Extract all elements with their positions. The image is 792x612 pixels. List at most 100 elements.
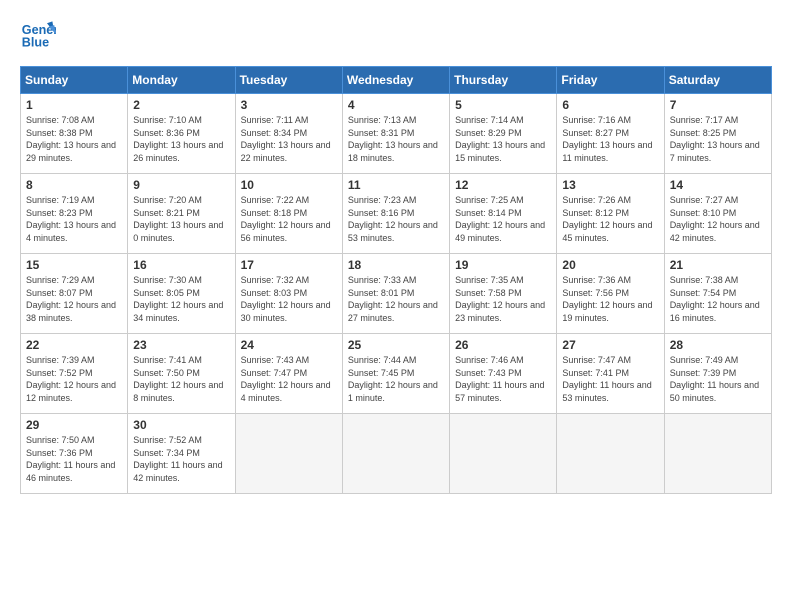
day-number: 10 (241, 178, 337, 192)
calendar-cell (557, 414, 664, 494)
day-number: 12 (455, 178, 551, 192)
day-info: Sunrise: 7:27 AMSunset: 8:10 PMDaylight:… (670, 195, 760, 243)
day-info: Sunrise: 7:10 AMSunset: 8:36 PMDaylight:… (133, 115, 223, 163)
day-info: Sunrise: 7:49 AMSunset: 7:39 PMDaylight:… (670, 355, 759, 403)
day-number: 4 (348, 98, 444, 112)
calendar-week-4: 22 Sunrise: 7:39 AMSunset: 7:52 PMDaylig… (21, 334, 772, 414)
calendar-cell: 19 Sunrise: 7:35 AMSunset: 7:58 PMDaylig… (450, 254, 557, 334)
calendar-week-5: 29 Sunrise: 7:50 AMSunset: 7:36 PMDaylig… (21, 414, 772, 494)
day-number: 26 (455, 338, 551, 352)
calendar-cell: 20 Sunrise: 7:36 AMSunset: 7:56 PMDaylig… (557, 254, 664, 334)
day-info: Sunrise: 7:14 AMSunset: 8:29 PMDaylight:… (455, 115, 545, 163)
calendar-cell: 1 Sunrise: 7:08 AMSunset: 8:38 PMDayligh… (21, 94, 128, 174)
day-info: Sunrise: 7:16 AMSunset: 8:27 PMDaylight:… (562, 115, 652, 163)
calendar-cell (235, 414, 342, 494)
calendar-cell: 10 Sunrise: 7:22 AMSunset: 8:18 PMDaylig… (235, 174, 342, 254)
day-info: Sunrise: 7:35 AMSunset: 7:58 PMDaylight:… (455, 275, 545, 323)
day-info: Sunrise: 7:22 AMSunset: 8:18 PMDaylight:… (241, 195, 331, 243)
calendar-cell: 7 Sunrise: 7:17 AMSunset: 8:25 PMDayligh… (664, 94, 771, 174)
day-number: 3 (241, 98, 337, 112)
logo-icon: General Blue (20, 16, 56, 52)
calendar-cell: 26 Sunrise: 7:46 AMSunset: 7:43 PMDaylig… (450, 334, 557, 414)
day-number: 20 (562, 258, 658, 272)
calendar-cell: 9 Sunrise: 7:20 AMSunset: 8:21 PMDayligh… (128, 174, 235, 254)
weekday-header-row: SundayMondayTuesdayWednesdayThursdayFrid… (21, 67, 772, 94)
day-number: 24 (241, 338, 337, 352)
day-info: Sunrise: 7:19 AMSunset: 8:23 PMDaylight:… (26, 195, 116, 243)
day-number: 27 (562, 338, 658, 352)
day-number: 6 (562, 98, 658, 112)
day-number: 18 (348, 258, 444, 272)
page-container: General Blue SundayMondayTuesdayWednesda… (0, 0, 792, 504)
calendar-cell: 13 Sunrise: 7:26 AMSunset: 8:12 PMDaylig… (557, 174, 664, 254)
calendar-cell (664, 414, 771, 494)
calendar-cell (342, 414, 449, 494)
day-info: Sunrise: 7:41 AMSunset: 7:50 PMDaylight:… (133, 355, 223, 403)
calendar-cell: 18 Sunrise: 7:33 AMSunset: 8:01 PMDaylig… (342, 254, 449, 334)
day-info: Sunrise: 7:36 AMSunset: 7:56 PMDaylight:… (562, 275, 652, 323)
calendar-cell: 29 Sunrise: 7:50 AMSunset: 7:36 PMDaylig… (21, 414, 128, 494)
day-number: 8 (26, 178, 122, 192)
day-number: 23 (133, 338, 229, 352)
calendar-cell: 27 Sunrise: 7:47 AMSunset: 7:41 PMDaylig… (557, 334, 664, 414)
calendar-cell: 28 Sunrise: 7:49 AMSunset: 7:39 PMDaylig… (664, 334, 771, 414)
day-number: 29 (26, 418, 122, 432)
calendar-cell: 15 Sunrise: 7:29 AMSunset: 8:07 PMDaylig… (21, 254, 128, 334)
weekday-header-tuesday: Tuesday (235, 67, 342, 94)
calendar-cell: 12 Sunrise: 7:25 AMSunset: 8:14 PMDaylig… (450, 174, 557, 254)
day-info: Sunrise: 7:13 AMSunset: 8:31 PMDaylight:… (348, 115, 438, 163)
calendar-cell: 11 Sunrise: 7:23 AMSunset: 8:16 PMDaylig… (342, 174, 449, 254)
day-info: Sunrise: 7:39 AMSunset: 7:52 PMDaylight:… (26, 355, 116, 403)
day-info: Sunrise: 7:08 AMSunset: 8:38 PMDaylight:… (26, 115, 116, 163)
day-info: Sunrise: 7:38 AMSunset: 7:54 PMDaylight:… (670, 275, 760, 323)
day-number: 16 (133, 258, 229, 272)
day-number: 21 (670, 258, 766, 272)
day-number: 14 (670, 178, 766, 192)
calendar-cell: 23 Sunrise: 7:41 AMSunset: 7:50 PMDaylig… (128, 334, 235, 414)
day-info: Sunrise: 7:44 AMSunset: 7:45 PMDaylight:… (348, 355, 438, 403)
day-number: 1 (26, 98, 122, 112)
day-number: 13 (562, 178, 658, 192)
calendar-cell: 16 Sunrise: 7:30 AMSunset: 8:05 PMDaylig… (128, 254, 235, 334)
day-number: 25 (348, 338, 444, 352)
svg-text:Blue: Blue (22, 36, 49, 50)
header: General Blue (20, 16, 772, 52)
calendar-cell: 22 Sunrise: 7:39 AMSunset: 7:52 PMDaylig… (21, 334, 128, 414)
day-number: 5 (455, 98, 551, 112)
calendar-cell: 4 Sunrise: 7:13 AMSunset: 8:31 PMDayligh… (342, 94, 449, 174)
calendar-week-1: 1 Sunrise: 7:08 AMSunset: 8:38 PMDayligh… (21, 94, 772, 174)
day-info: Sunrise: 7:20 AMSunset: 8:21 PMDaylight:… (133, 195, 223, 243)
weekday-header-wednesday: Wednesday (342, 67, 449, 94)
day-info: Sunrise: 7:47 AMSunset: 7:41 PMDaylight:… (562, 355, 651, 403)
day-number: 11 (348, 178, 444, 192)
day-info: Sunrise: 7:11 AMSunset: 8:34 PMDaylight:… (241, 115, 331, 163)
calendar-cell: 14 Sunrise: 7:27 AMSunset: 8:10 PMDaylig… (664, 174, 771, 254)
day-number: 22 (26, 338, 122, 352)
day-info: Sunrise: 7:26 AMSunset: 8:12 PMDaylight:… (562, 195, 652, 243)
calendar-cell: 3 Sunrise: 7:11 AMSunset: 8:34 PMDayligh… (235, 94, 342, 174)
weekday-header-thursday: Thursday (450, 67, 557, 94)
weekday-header-friday: Friday (557, 67, 664, 94)
calendar-cell: 24 Sunrise: 7:43 AMSunset: 7:47 PMDaylig… (235, 334, 342, 414)
calendar-cell: 21 Sunrise: 7:38 AMSunset: 7:54 PMDaylig… (664, 254, 771, 334)
calendar-cell: 2 Sunrise: 7:10 AMSunset: 8:36 PMDayligh… (128, 94, 235, 174)
calendar-cell: 30 Sunrise: 7:52 AMSunset: 7:34 PMDaylig… (128, 414, 235, 494)
logo: General Blue (20, 16, 62, 52)
calendar-cell: 8 Sunrise: 7:19 AMSunset: 8:23 PMDayligh… (21, 174, 128, 254)
calendar-cell: 17 Sunrise: 7:32 AMSunset: 8:03 PMDaylig… (235, 254, 342, 334)
day-info: Sunrise: 7:46 AMSunset: 7:43 PMDaylight:… (455, 355, 544, 403)
day-number: 17 (241, 258, 337, 272)
day-info: Sunrise: 7:50 AMSunset: 7:36 PMDaylight:… (26, 435, 115, 483)
day-number: 15 (26, 258, 122, 272)
calendar-cell: 6 Sunrise: 7:16 AMSunset: 8:27 PMDayligh… (557, 94, 664, 174)
weekday-header-sunday: Sunday (21, 67, 128, 94)
day-number: 7 (670, 98, 766, 112)
calendar-body: 1 Sunrise: 7:08 AMSunset: 8:38 PMDayligh… (21, 94, 772, 494)
day-info: Sunrise: 7:33 AMSunset: 8:01 PMDaylight:… (348, 275, 438, 323)
day-info: Sunrise: 7:52 AMSunset: 7:34 PMDaylight:… (133, 435, 222, 483)
day-number: 28 (670, 338, 766, 352)
weekday-header-monday: Monday (128, 67, 235, 94)
calendar-week-2: 8 Sunrise: 7:19 AMSunset: 8:23 PMDayligh… (21, 174, 772, 254)
day-number: 2 (133, 98, 229, 112)
day-info: Sunrise: 7:29 AMSunset: 8:07 PMDaylight:… (26, 275, 116, 323)
